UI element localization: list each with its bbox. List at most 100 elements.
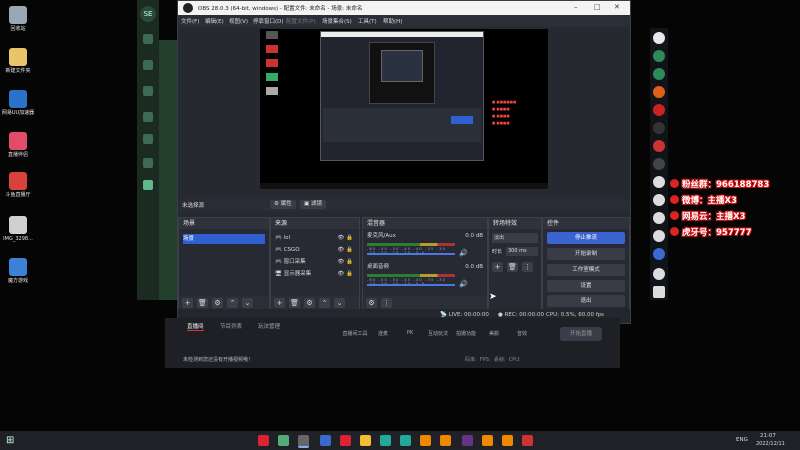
transition-menu-button[interactable]: ⋮: [522, 262, 533, 272]
menu-view[interactable]: 视图(V): [229, 17, 248, 25]
taskbar-app-icon[interactable]: [482, 435, 493, 446]
taskbar-app-icon[interactable]: [522, 435, 533, 446]
speaker-icon[interactable]: 🔊: [459, 280, 468, 288]
add-source-button[interactable]: +: [274, 298, 285, 308]
action-beauty[interactable]: 美颜: [479, 330, 509, 337]
maximize-icon[interactable]: □: [594, 3, 601, 11]
taskbar-app-icon[interactable]: [320, 435, 331, 446]
filters-button[interactable]: ▣ 滤镜: [300, 200, 326, 209]
mixer-menu-button[interactable]: ⋮: [381, 298, 392, 308]
move-scene-up-button[interactable]: ⌃: [227, 298, 238, 308]
menu-edit[interactable]: 编辑(E): [205, 17, 224, 25]
list-icon[interactable]: [143, 60, 153, 70]
move-source-down-button[interactable]: ⌄: [334, 298, 345, 308]
start-icon[interactable]: ⊞: [6, 435, 14, 446]
message-icon[interactable]: [653, 286, 665, 298]
firefox-icon[interactable]: [653, 86, 665, 98]
move-source-up-button[interactable]: ⌃: [319, 298, 330, 308]
language-indicator[interactable]: ENG: [736, 437, 748, 443]
taskbar-app-icon[interactable]: [502, 435, 513, 446]
taskbar-app-icon[interactable]: [440, 435, 451, 446]
taskbar-app-icon[interactable]: [340, 435, 351, 446]
desktop-icon[interactable]: 直播伴侣: [0, 132, 36, 158]
chat-icon[interactable]: [653, 32, 665, 44]
desktop-icon[interactable]: 网易UU加速器: [0, 90, 36, 116]
mic-volume-slider[interactable]: [367, 253, 455, 255]
app-icon[interactable]: [653, 158, 665, 170]
move-scene-down-button[interactable]: ⌄: [242, 298, 253, 308]
app-icon[interactable]: [653, 212, 665, 224]
app-icon[interactable]: [653, 122, 665, 134]
netease-icon[interactable]: [653, 104, 665, 116]
source-item[interactable]: 🖥 显示器采集 👁 🔒: [275, 269, 355, 279]
source-item[interactable]: 🎮 lol 👁 🔒: [275, 233, 355, 243]
source-item[interactable]: 🎮 CSGO 👁 🔒: [275, 245, 355, 255]
app-icon[interactable]: [653, 140, 665, 152]
properties-button[interactable]: ⚙ 属性: [270, 200, 296, 209]
taskbar-app-icon[interactable]: [278, 435, 289, 446]
desktop-icon[interactable]: 魔方游戏: [0, 258, 36, 284]
menu-help[interactable]: 帮助(H): [383, 17, 402, 25]
preview-canvas[interactable]: ■ ■■■■■■ ■ ■■■■ ■ ■■■■ ■ ■■■■: [260, 29, 548, 189]
app-icon[interactable]: [653, 268, 665, 280]
studio-mode-button[interactable]: 工作室模式: [547, 264, 625, 276]
taskbar-app-icon[interactable]: [400, 435, 411, 446]
mixer-settings-button[interactable]: ⚙: [366, 298, 377, 308]
tab-live-room[interactable]: 直播间: [187, 322, 204, 331]
app-icon[interactable]: [653, 194, 665, 206]
remove-transition-button[interactable]: 🗑: [507, 262, 518, 272]
stop-streaming-button[interactable]: 停止推流: [547, 232, 625, 244]
settings-icon[interactable]: [143, 134, 153, 144]
user-icon[interactable]: [143, 180, 153, 190]
taskbar-chrome-icon[interactable]: [360, 435, 371, 446]
wechat-icon[interactable]: [653, 50, 665, 62]
desktop-icon[interactable]: 斗鱼直播厅: [0, 172, 36, 198]
exit-button[interactable]: 退出: [547, 295, 625, 307]
menu-tools[interactable]: 工具(T): [358, 17, 377, 25]
action-mic-link[interactable]: 连麦: [368, 330, 398, 337]
menu-profile[interactable]: 配置文件(P): [286, 17, 316, 25]
action-sound[interactable]: 音效: [507, 330, 537, 337]
app-icon[interactable]: [653, 248, 665, 260]
desktop-icon[interactable]: 回收站: [0, 6, 36, 32]
wifi-icon[interactable]: [143, 158, 153, 168]
action-camera[interactable]: 拍摄功能: [451, 330, 481, 337]
gift-icon[interactable]: [143, 112, 153, 122]
menu-file[interactable]: 文件(F): [181, 17, 199, 25]
se-badge[interactable]: SE: [140, 6, 156, 22]
duration-input[interactable]: 300 ms: [506, 247, 538, 256]
desktop-icon[interactable]: 新建文件夹: [0, 48, 36, 74]
remove-source-button[interactable]: 🗑: [289, 298, 300, 308]
desktop-volume-slider[interactable]: [367, 284, 455, 286]
menu-scene-collection[interactable]: 场景集合(S): [322, 17, 352, 25]
action-interactive[interactable]: 互动玩法: [423, 330, 453, 337]
desktop-icon[interactable]: IMG_3298...: [0, 216, 36, 242]
start-recording-button[interactable]: 开始录制: [547, 248, 625, 260]
action-tools[interactable]: 直播间工具: [340, 330, 370, 337]
add-scene-button[interactable]: +: [182, 298, 193, 308]
scene-item[interactable]: 场景: [183, 234, 265, 244]
taskbar-obs-icon[interactable]: [298, 435, 309, 448]
add-transition-button[interactable]: +: [492, 262, 503, 272]
app-icon[interactable]: [653, 230, 665, 242]
transition-select[interactable]: 淡出: [492, 233, 538, 243]
source-settings-button[interactable]: ⚙: [304, 298, 315, 308]
taskbar-app-icon[interactable]: [462, 435, 473, 446]
taskbar-app-icon[interactable]: [258, 435, 269, 446]
source-item[interactable]: 🎮 窗口采集 👁 🔒: [275, 257, 355, 267]
remove-scene-button[interactable]: 🗑: [197, 298, 208, 308]
taskbar-app-icon[interactable]: [380, 435, 391, 446]
tab-program-list[interactable]: 节目列表: [220, 322, 242, 330]
chart-icon[interactable]: [143, 86, 153, 96]
start-live-button[interactable]: 开始直播: [560, 327, 602, 341]
scene-settings-button[interactable]: ⚙: [212, 298, 223, 308]
wechat-icon[interactable]: [653, 68, 665, 80]
close-icon[interactable]: ✕: [614, 3, 620, 11]
taskbar-app-icon[interactable]: [420, 435, 431, 446]
speaker-icon[interactable]: 🔊: [459, 249, 468, 257]
clock-time[interactable]: 21:07: [760, 433, 776, 439]
tab-gameplay[interactable]: 玩法管理: [258, 322, 280, 330]
minimize-icon[interactable]: –: [574, 3, 578, 11]
settings-button[interactable]: 设置: [547, 280, 625, 292]
menu-docks[interactable]: 停靠窗口(D): [253, 17, 284, 25]
